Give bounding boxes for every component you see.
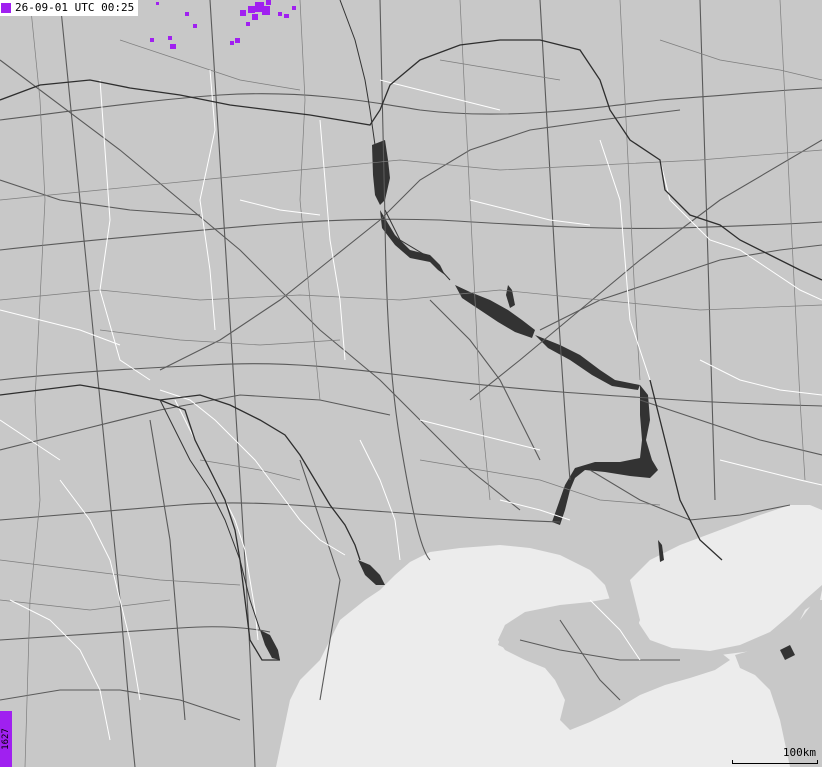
map-canvas — [0, 0, 822, 767]
scale-label: 100km — [782, 746, 816, 759]
strike-count-label: 1627 — [1, 728, 11, 750]
lightning-map[interactable]: 26-09-01 UTC 00:25 1627 100km — [0, 0, 822, 767]
strike-count-badge: 1627 — [0, 711, 12, 767]
timestamp-legend: 26-09-01 UTC 00:25 — [0, 0, 139, 16]
strike-color-swatch — [1, 3, 11, 13]
scale-bar: 100km — [728, 745, 820, 767]
scale-bar-line — [732, 760, 818, 764]
timestamp-label: 26-09-01 UTC 00:25 — [15, 1, 135, 14]
